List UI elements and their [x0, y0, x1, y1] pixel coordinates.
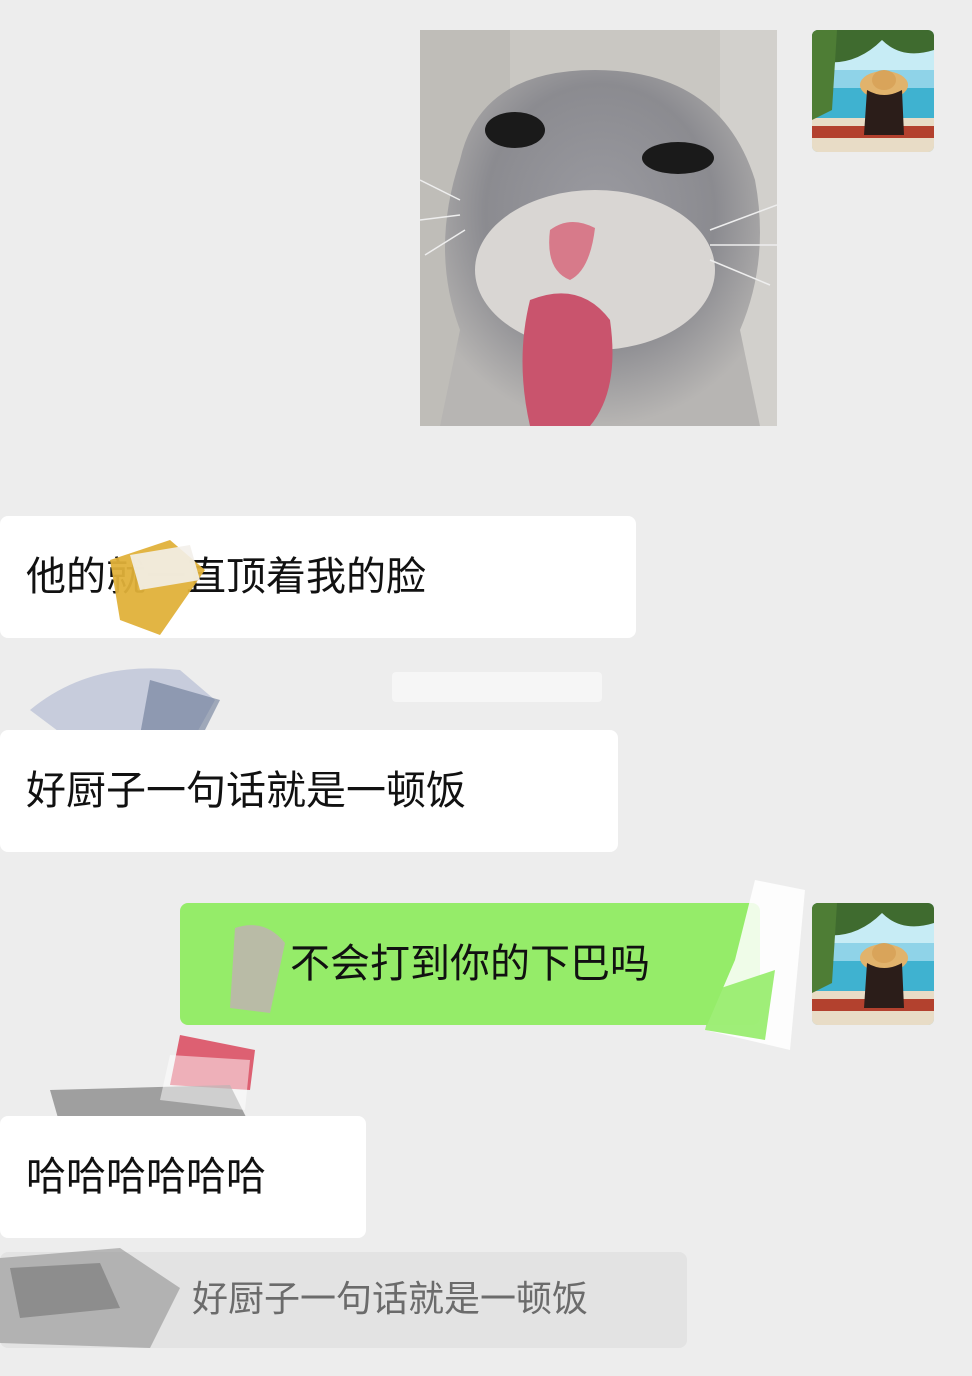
message-bubble-received[interactable]: 哈哈哈哈哈哈: [0, 1116, 366, 1238]
quote-text: 好厨子一句话就是一顿饭: [192, 1279, 589, 1320]
cat-sticker-image[interactable]: [420, 30, 777, 426]
message-bubble-sent[interactable]: 不会打到你的下巴吗: [180, 903, 760, 1025]
message-text: 他的就一直顶着我的脸: [26, 554, 426, 600]
avatar[interactable]: [812, 30, 934, 152]
message-text: 好厨子一句话就是一顿饭: [26, 768, 466, 814]
message-text: 不会打到你的下巴吗: [290, 941, 650, 987]
quote-reference[interactable]: 好厨子一句话就是一顿饭: [0, 1252, 687, 1348]
message-text: 哈哈哈哈哈哈: [26, 1154, 266, 1200]
cat-sticker-icon: [420, 30, 777, 426]
avatar-straw-hat-beach-icon: [812, 903, 934, 1025]
censor-smudge: [50, 1030, 260, 1125]
avatar-straw-hat-beach-icon: [812, 30, 934, 152]
message-bubble-received[interactable]: 好厨子一句话就是一顿饭: [0, 730, 618, 852]
censor-smudge: [392, 672, 602, 702]
message-bubble-received[interactable]: 他的就一直顶着我的脸: [0, 516, 636, 638]
avatar[interactable]: [812, 903, 934, 1025]
